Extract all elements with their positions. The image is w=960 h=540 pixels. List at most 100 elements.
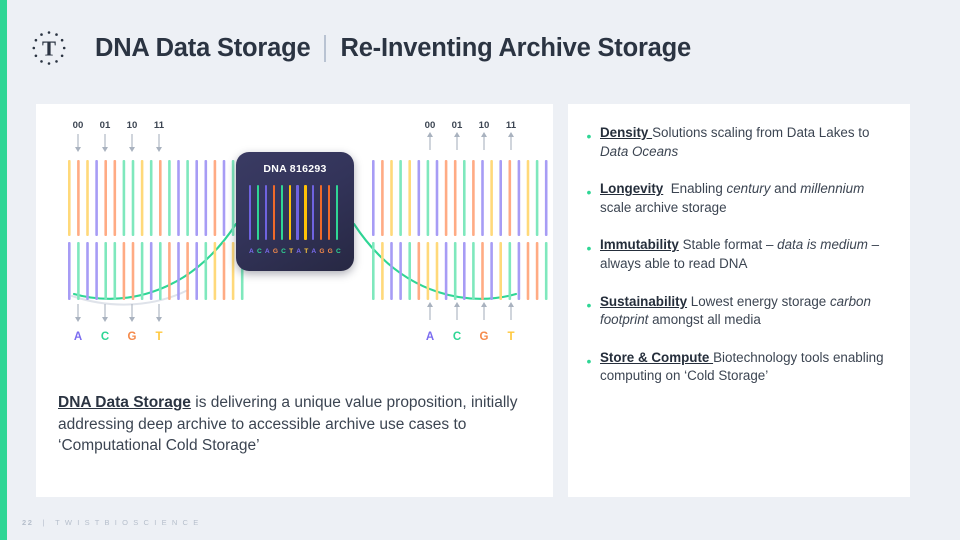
dna-card-sequence: ACAGCTATAGGC (249, 248, 341, 255)
dna-card-sequence-letter: T (304, 248, 309, 255)
svg-text:T: T (42, 37, 56, 61)
bullet-item: • Immutability Stable format – data is me… (568, 236, 910, 273)
dna-card-sequence-letter: T (289, 248, 294, 255)
barcode-bar (68, 242, 71, 300)
barcode-bar (472, 242, 475, 300)
barcode-bar (535, 242, 539, 300)
barcode-bar (113, 160, 117, 236)
barcode-bar (517, 242, 521, 300)
barcode-bar (417, 242, 421, 300)
barcode-bar (113, 242, 117, 300)
barcode-bar (408, 242, 411, 300)
dna-card-sequence-letter: A (311, 248, 317, 255)
barcode-bar (149, 160, 153, 236)
barcode-bar (444, 160, 448, 236)
barcode-bar (544, 160, 548, 236)
dna-card-bar (304, 185, 307, 240)
barcode-bar (399, 242, 402, 300)
barcode-bar (186, 242, 189, 300)
title-divider (324, 34, 327, 62)
slide-header: T DNA Data Storage Re-Inventing Archive … (0, 0, 960, 96)
dna-card-sequence-letter: C (281, 248, 287, 255)
barcode-bar (526, 160, 530, 236)
nucleotide-label: G (480, 331, 489, 343)
barcode-bar (372, 242, 375, 300)
bullet-dot-icon: • (586, 184, 592, 201)
nucleotide-label: G (128, 331, 137, 343)
barcode-bar (435, 160, 439, 236)
barcode-bar (372, 160, 375, 236)
binary-label: 00 (425, 120, 436, 131)
binary-label: 00 (73, 120, 84, 131)
nucleotide-label: T (507, 331, 514, 343)
nucleotide-label: C (101, 331, 109, 343)
barcode-bar (399, 160, 402, 236)
bullet-item: • Sustainability Lowest energy storage ca… (568, 293, 910, 330)
barcode-bar (104, 160, 107, 236)
bullet-text: Longevity Enabling century and millenniu… (600, 181, 865, 215)
barcode-bar (499, 242, 502, 300)
bullet-item: • Store & Compute Biotechnology tools ena… (568, 349, 910, 386)
left-panel-body-text: DNA Data Storage is delivering a unique … (58, 392, 536, 457)
page-title: DNA Data Storage Re-Inventing Archive St… (95, 29, 691, 67)
right-content-panel: • Density Solutions scaling from Data Lak… (568, 104, 910, 497)
barcode-bar (444, 242, 448, 300)
dna-card-barcode (249, 185, 341, 240)
barcode-bar (453, 242, 457, 300)
barcode-bar (159, 160, 162, 236)
barcode-bar (481, 242, 484, 300)
barcode-bar (453, 160, 457, 236)
barcode-bar (168, 160, 171, 236)
dna-card-sequence-letter: G (319, 248, 325, 255)
dna-card-sequence-letter: G (327, 248, 333, 255)
footer-separator: | (42, 518, 47, 527)
barcode-bar (544, 242, 548, 300)
barcode-bar (159, 242, 162, 300)
barcode-bar (149, 242, 153, 300)
barcode-bar (222, 242, 226, 300)
barcode-bar (77, 242, 80, 300)
barcode-bar (104, 242, 107, 300)
dna-card-title: DNA 816293 (263, 163, 327, 175)
binary-label: 11 (506, 120, 517, 131)
barcode-bar (390, 242, 393, 300)
barcode-bar (435, 242, 439, 300)
dna-card-sequence-letter: C (256, 248, 262, 255)
barcode-bar (526, 242, 530, 300)
barcode-bar (122, 242, 126, 300)
barcode-bar (417, 160, 421, 236)
footer-page-number: 22 (22, 518, 34, 527)
barcode-bar (195, 242, 198, 300)
bullet-dot-icon: • (586, 296, 592, 313)
dna-card-bar (272, 185, 275, 240)
barcode-bar (222, 160, 226, 236)
dna-card-bar (320, 185, 323, 240)
barcode-bar (213, 160, 217, 236)
binary-label: 10 (127, 120, 138, 131)
dna-card-bar (288, 185, 291, 240)
dna-sequence-card: DNA 816293 ACAGCTATAGGC (236, 152, 354, 271)
nucleotide-label: A (74, 331, 82, 343)
nucleotide-label: C (453, 331, 461, 343)
bullet-text: Immutability Stable format – data is med… (600, 237, 880, 271)
dna-card-sequence-letter: C (335, 248, 341, 255)
left-barcode-group: 00 01 10 11 A C G T (68, 120, 244, 343)
barcode-bar (122, 160, 126, 236)
bullet-dot-icon: • (586, 240, 592, 257)
dna-card-bar (328, 185, 331, 240)
dna-card-bar (280, 185, 283, 240)
binary-label: 10 (479, 120, 490, 131)
slide-footer: 22 | T W I S T B I O S C I E N C E (22, 518, 200, 527)
barcode-bar (499, 160, 502, 236)
barcode-bar (186, 160, 189, 236)
bullet-text: Sustainability Lowest energy storage car… (600, 293, 871, 328)
barcode-bar (177, 160, 180, 236)
left-content-panel: 00 01 10 11 A C G T 00 01 10 11 A C G T … (36, 104, 553, 497)
barcode-bar (231, 242, 235, 300)
dna-card-bar (264, 185, 268, 240)
barcode-bar (68, 160, 71, 236)
barcode-bar (426, 160, 430, 236)
barcode-bar (508, 242, 512, 300)
bullet-text: Density Solutions scaling from Data Lake… (600, 125, 870, 159)
barcode-bar (86, 160, 89, 236)
